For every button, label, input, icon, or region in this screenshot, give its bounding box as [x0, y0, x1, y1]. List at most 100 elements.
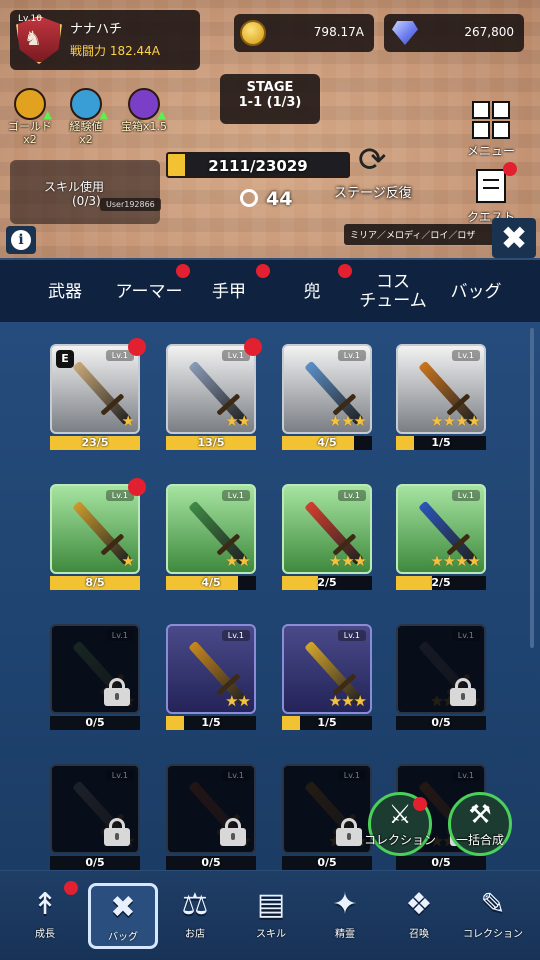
weapon-card[interactable]: Lv.1 ★ 8/5 — [50, 478, 146, 590]
scrollbar[interactable] — [530, 328, 534, 648]
weapon-tile[interactable]: Lv.1★ — [50, 624, 140, 714]
quest-button[interactable]: クエスト — [456, 162, 526, 225]
star-rating: ★★★★ — [430, 552, 481, 570]
buff-chest[interactable]: ▲ 宝箱x1.5 — [114, 88, 174, 133]
upgrade-progress-bar: 0/5 — [50, 716, 140, 730]
nav-item[interactable]: ❖ 召喚 — [384, 883, 454, 949]
weapon-card[interactable]: Lv.1 ★★★ 4/5 — [282, 344, 372, 450]
upgrade-progress-bar: 0/5 — [396, 856, 486, 870]
bag-icon: ✖ — [110, 890, 136, 925]
tab-costume[interactable]: コス チューム — [350, 260, 436, 324]
buff-label: 宝箱x1.5 — [120, 120, 167, 133]
weapon-tile[interactable]: Lv.1★★ — [166, 484, 256, 574]
menu-button[interactable]: メニュー — [456, 98, 526, 159]
weapon-tile[interactable]: Lv.1 E ★ — [50, 344, 140, 434]
weapon-card[interactable]: Lv.1★★★ 0/5 — [282, 764, 372, 870]
nav-item[interactable]: ✎ コレクション — [458, 883, 528, 949]
weapon-card[interactable]: Lv.1 ★★ 4/5 — [166, 484, 256, 590]
tab-helmet[interactable]: 兜 — [282, 260, 352, 324]
skill-use-button[interactable]: スキル使用 (0/3) — [10, 160, 160, 224]
player-profile[interactable]: ♞ Lv.10 ナナハチ 戦闘力 182.44A — [10, 10, 200, 70]
weapon-tile[interactable]: Lv.1★★★ — [282, 764, 372, 854]
collection-button[interactable]: ⚔ コレクション — [364, 792, 436, 856]
buff-exp[interactable]: ▲ 経験値 x2 — [56, 88, 116, 146]
nav-item[interactable]: ✖ バッグ — [88, 883, 158, 949]
nav-label: スキル — [256, 929, 286, 940]
progress-text: 4/5 — [317, 436, 337, 449]
stage-repeat-label[interactable]: ステージ反復 — [334, 182, 412, 201]
upgrade-progress-bar: 1/5 — [282, 716, 372, 730]
weapon-tile[interactable]: Lv.1★★★ — [282, 484, 372, 574]
combine-all-label: 一括合成 — [455, 833, 504, 847]
nav-label: 召喚 — [409, 929, 429, 940]
star-rating: ★★★ — [328, 692, 367, 710]
upgrade-progress-bar: 8/5 — [50, 576, 140, 590]
tab-label: コス チューム — [359, 272, 427, 311]
weapon-card[interactable]: Lv.1 ★★★ 2/5 — [282, 484, 372, 590]
player-level: Lv.10 — [18, 14, 42, 24]
tab-gauntlet[interactable]: 手甲 — [194, 260, 270, 324]
lock-icon — [450, 678, 480, 706]
tab-weapon[interactable]: 武器 — [20, 260, 110, 324]
weapon-card[interactable]: Lv.1★★★★ 0/5 — [396, 624, 486, 730]
weapon-card[interactable]: Lv.1★ 0/5 — [50, 624, 140, 730]
tab-bag[interactable]: バッグ — [436, 260, 516, 324]
stopwatch-icon — [240, 189, 258, 207]
buff-up-arrow-icon: ▲ — [99, 108, 108, 121]
weapon-card[interactable]: Lv.1★ 0/5 — [50, 764, 140, 870]
lock-icon — [104, 678, 134, 706]
tab-armor[interactable]: アーマー — [104, 260, 194, 324]
combat-power: 戦闘力 182.44A — [70, 44, 161, 58]
battle-scene: ♞ Lv.10 ナナハチ 戦闘力 182.44A 798.17A 267,800… — [0, 0, 540, 260]
weapon-level: Lv.1 — [451, 350, 480, 361]
tab-label: 兜 — [303, 281, 321, 302]
nav-item[interactable]: ⚖ お店 — [160, 883, 230, 949]
weapon-level: Lv.1 — [221, 630, 250, 641]
weapon-level: Lv.1 — [337, 630, 366, 641]
weapon-tile[interactable]: Lv.1★★★ — [282, 344, 372, 434]
weapon-tile[interactable]: Lv.1★★ — [166, 344, 256, 434]
nav-item[interactable]: ▤ スキル — [236, 883, 306, 949]
weapon-tile[interactable]: Lv.1★ — [50, 484, 140, 574]
weapon-card[interactable]: Lv.1★★ 0/5 — [166, 764, 256, 870]
weapon-tile[interactable]: Lv.1★★★★ — [396, 624, 486, 714]
notification-dot — [176, 264, 190, 278]
equipped-badge: E — [56, 350, 74, 368]
progress-text: 0/5 — [85, 716, 105, 729]
weapon-tile[interactable]: Lv.1★ — [50, 764, 140, 854]
weapon-tile[interactable]: Lv.1 ★★★ — [282, 624, 372, 714]
progress-text: 8/5 — [85, 576, 105, 589]
weapon-grid[interactable]: Lv.1 E ★ 23/5 Lv.1 ★★ 13/5 Lv.1 ★★★ 4/5 Lv.1 ★★★★ 1/… — [0, 322, 540, 870]
buff-gold[interactable]: ▲ ゴールド x2 — [0, 88, 60, 146]
star-rating: ★ — [121, 412, 135, 430]
weapon-tile[interactable]: Lv.1★★ — [166, 624, 256, 714]
lock-icon — [104, 818, 134, 846]
bottom-nav: ↟ 成長 ✖ バッグ ⚖ お店 ▤ スキル ✦ 精霊 ❖ 召喚 ✎ コレクション — [0, 870, 540, 960]
weapon-card[interactable]: Lv.1 ★★ 1/5 — [166, 624, 256, 730]
weapon-card[interactable]: Lv.1 E ★ 23/5 — [50, 338, 146, 450]
upgrade-progress-bar: 0/5 — [282, 856, 372, 870]
weapon-card[interactable]: Lv.1 ★★★★ 2/5 — [396, 484, 486, 590]
progress-text: 13/5 — [197, 436, 225, 449]
weapon-card[interactable]: Lv.1 ★★★★ 1/5 — [396, 344, 486, 450]
upgrade-progress-bar: 2/5 — [396, 576, 486, 590]
close-button[interactable]: ✖ — [492, 218, 536, 258]
info-button[interactable]: i — [6, 226, 36, 254]
repeat-icon[interactable]: ⟳ — [358, 140, 387, 180]
weapon-tile[interactable]: Lv.1★★★★ — [396, 484, 486, 574]
weapon-tile[interactable]: Lv.1★★ — [166, 764, 256, 854]
combine-all-button[interactable]: ⚒ 一括合成 — [448, 792, 512, 856]
upgrade-progress-bar: 2/5 — [282, 576, 372, 590]
weapon-card[interactable]: Lv.1 ★★ 13/5 — [166, 338, 262, 450]
notification-dot — [413, 797, 427, 811]
stage-title: STAGE — [246, 80, 294, 95]
gem-counter[interactable]: 267,800 — [384, 14, 524, 52]
weapon-tile[interactable]: Lv.1★★★★ — [396, 344, 486, 434]
nav-item[interactable]: ✦ 精霊 — [310, 883, 380, 949]
nav-item[interactable]: ↟ 成長 — [10, 881, 80, 949]
tab-label: アーマー — [115, 281, 183, 302]
gold-counter[interactable]: 798.17A — [234, 14, 374, 52]
battle-timer: 44 — [240, 188, 292, 210]
weapon-card[interactable]: Lv.1 ★★★ 1/5 — [282, 624, 372, 730]
hammer-icon: ⚒ — [468, 800, 492, 830]
